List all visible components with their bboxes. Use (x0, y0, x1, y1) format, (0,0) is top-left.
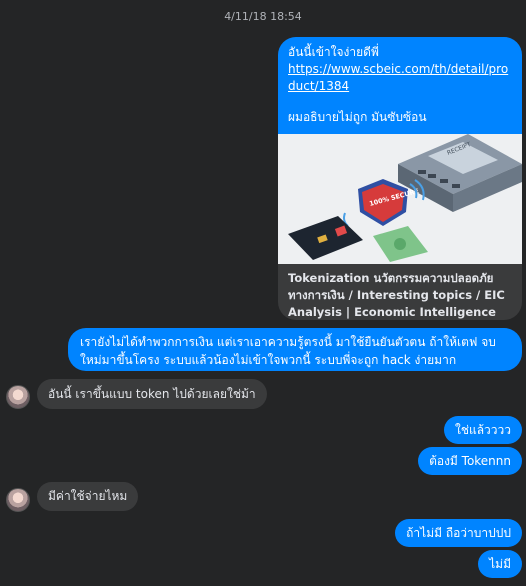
contact-avatar[interactable] (6, 385, 30, 409)
card-message-line1: อันนี้เข้าใจง่ายดีพี่ (288, 45, 379, 59)
message-outgoing[interactable]: ต้องมี Tokennn (418, 447, 522, 475)
conversation-timestamp: 4/11/18 18:54 (224, 10, 302, 23)
message-incoming[interactable]: อันนี้ เราขึ้นแบบ token ไปด้วยเลยใช่ม้า (37, 379, 267, 409)
message-outgoing[interactable]: ใช่แล้วววว (443, 416, 522, 444)
message-outgoing[interactable]: ถ้าไม่มี ถือว่าบาปปป (395, 519, 522, 547)
contact-avatar[interactable] (6, 488, 30, 512)
card-link-title[interactable]: Tokenization นวัตกรรมความปลอดภัยทางการเง… (278, 264, 522, 320)
card-message: อันนี้เข้าใจง่ายดีพี่ https://www.scbeic… (278, 37, 522, 134)
message-outgoing[interactable]: เรายังไม่ได้ทำพวกการเงิน แต่เราเอาความรู… (68, 328, 522, 371)
link-share-card[interactable]: อันนี้เข้าใจง่ายดีพี่ https://www.scbeic… (278, 37, 522, 320)
card-link[interactable]: https://www.scbeic.com/th/detail/product… (288, 62, 508, 93)
card-preview-image[interactable]: RECEIPT 100% SECURE (278, 134, 522, 264)
card-message-line2: ผมอธิบายไม่ถูก มันซับซ้อน (288, 110, 427, 124)
message-incoming[interactable]: มีค่าใช้จ่ายไหม (37, 482, 139, 511)
message-outgoing[interactable]: ไม่มี (478, 550, 522, 578)
